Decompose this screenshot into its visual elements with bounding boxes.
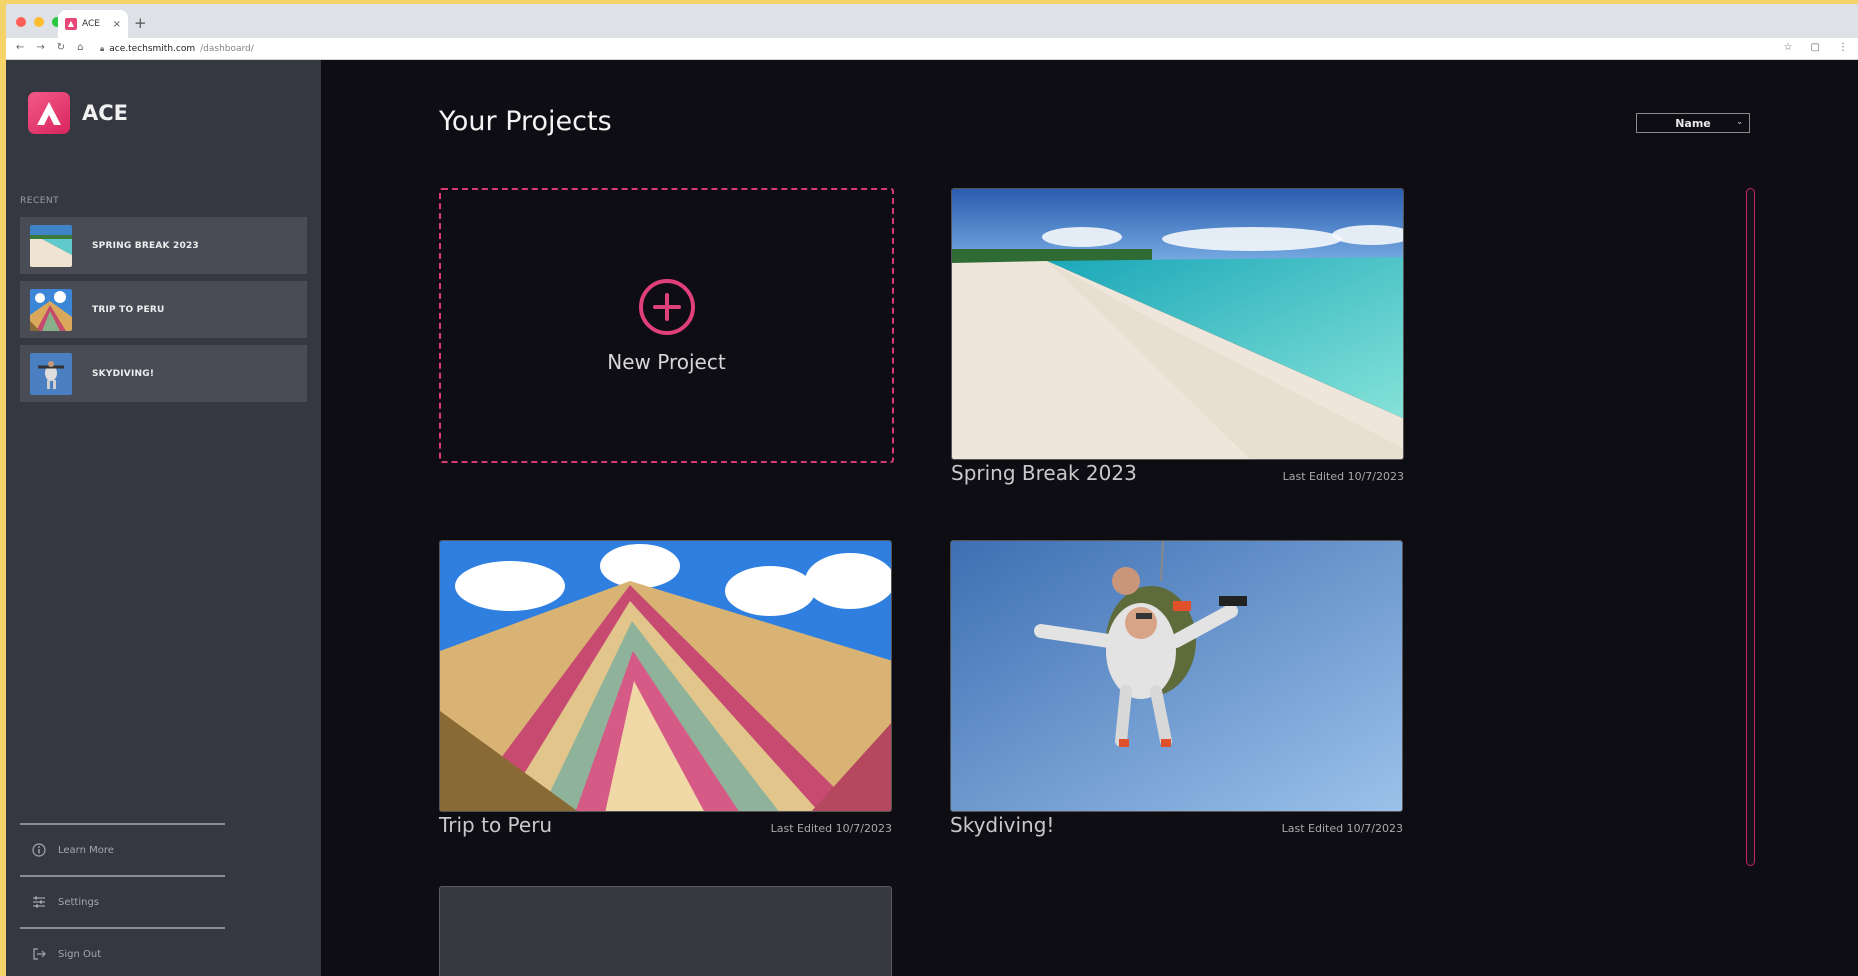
project-card-placeholder[interactable] — [439, 886, 892, 976]
project-last-edited: Last Edited 10/7/2023 — [770, 822, 892, 835]
sign-out-link[interactable]: Sign Out — [20, 929, 225, 976]
recent-item-spring-break[interactable]: SPRING BREAK 2023 — [20, 217, 307, 274]
recent-heading: RECENT — [20, 196, 60, 206]
recent-item-label: SKYDIVING! — [92, 368, 155, 379]
toolbar-right-icons: ☆ ▢ ⋮ — [1784, 42, 1848, 53]
brand[interactable]: ACE — [28, 92, 128, 134]
bookmark-star-icon[interactable]: ☆ — [1784, 42, 1793, 53]
browser-window: ▲ ACE × + ← → ↻ ⌂ 🔒︎ ace.techsmith.com/d… — [6, 4, 1858, 976]
plus-circle-icon — [638, 278, 695, 335]
extensions-icon[interactable]: ▢ — [1811, 42, 1820, 53]
new-project-button[interactable]: New Project — [439, 188, 894, 463]
sign-out-icon — [33, 948, 46, 960]
project-name[interactable]: Trip to Peru — [439, 813, 552, 837]
learn-more-link[interactable]: Learn More — [20, 825, 225, 875]
skydiving-thumbnail — [30, 352, 72, 395]
project-last-edited: Last Edited 10/7/2023 — [1281, 822, 1403, 835]
projects-main: Your Projects Name ⌄ New Project Spring … — [321, 60, 1858, 976]
more-menu-icon[interactable]: ⋮ — [1838, 42, 1848, 53]
home-icon[interactable]: ⌂ — [77, 42, 83, 53]
forward-arrow-icon[interactable]: → — [36, 42, 44, 53]
url-host: ace.techsmith.com — [109, 44, 196, 54]
sort-selected-value: Name — [1675, 116, 1711, 130]
close-window-button[interactable] — [16, 17, 26, 27]
recent-item-trip-to-peru[interactable]: TRIP TO PERU — [20, 281, 307, 338]
browser-tab-title: ACE — [82, 19, 100, 29]
beach-thumbnail — [30, 224, 72, 267]
chevron-down-icon: ⌄ — [1736, 117, 1743, 126]
page-title: Your Projects — [439, 106, 612, 137]
reload-icon[interactable]: ↻ — [57, 42, 65, 53]
project-thumbnail-skydiving[interactable] — [950, 540, 1403, 812]
brand-name: ACE — [82, 101, 129, 125]
browser-tab-bar: ▲ ACE × + — [6, 4, 1858, 38]
project-name[interactable]: Skydiving! — [950, 813, 1054, 837]
learn-more-label: Learn More — [58, 844, 114, 856]
recent-list: SPRING BREAK 2023 TRIP TO PERU SKYDIVING… — [20, 217, 307, 409]
project-meta: Spring Break 2023 Last Edited 10/7/2023 — [951, 461, 1404, 485]
sidebar-footer: Learn More Settings Sign Out — [20, 823, 225, 976]
project-meta: Trip to Peru Last Edited 10/7/2023 — [439, 813, 892, 837]
recent-item-skydiving[interactable]: SKYDIVING! — [20, 345, 307, 402]
address-bar[interactable]: 🔒︎ ace.techsmith.com/dashboard/ — [100, 41, 1780, 57]
ace-logo-icon — [28, 92, 70, 134]
browser-toolbar: ← → ↻ ⌂ 🔒︎ ace.techsmith.com/dashboard/ … — [6, 38, 1858, 60]
back-arrow-icon[interactable]: ← — [16, 42, 24, 53]
info-icon — [32, 843, 46, 857]
minimize-window-button[interactable] — [34, 17, 44, 27]
project-card-trip-to-peru: Trip to Peru Last Edited 10/7/2023 — [439, 540, 892, 837]
recent-item-label: SPRING BREAK 2023 — [92, 240, 199, 251]
tab-close-icon[interactable]: × — [113, 19, 121, 30]
sort-select[interactable]: Name ⌄ — [1636, 113, 1750, 133]
recent-item-label: TRIP TO PERU — [92, 304, 165, 315]
lock-icon: 🔒︎ — [100, 44, 105, 53]
project-thumbnail-mountain[interactable] — [439, 540, 892, 812]
sidebar: ACE RECENT SPRING BREAK 2023 TRIP TO PER… — [6, 60, 321, 976]
project-thumbnail-beach[interactable] — [951, 188, 1404, 460]
mountain-thumbnail — [30, 288, 72, 331]
browser-tab[interactable]: ▲ ACE × — [58, 10, 128, 38]
sliders-icon — [33, 896, 45, 908]
ace-favicon-icon: ▲ — [65, 18, 77, 30]
settings-link[interactable]: Settings — [20, 877, 225, 927]
new-tab-button[interactable]: + — [134, 14, 147, 32]
project-last-edited: Last Edited 10/7/2023 — [1282, 470, 1404, 483]
project-meta: Skydiving! Last Edited 10/7/2023 — [950, 813, 1403, 837]
new-project-label: New Project — [607, 349, 726, 374]
sign-out-label: Sign Out — [58, 948, 102, 960]
window-controls — [16, 17, 62, 27]
project-card-spring-break: Spring Break 2023 Last Edited 10/7/2023 — [951, 188, 1404, 485]
settings-label: Settings — [58, 896, 100, 908]
ace-app: ACE RECENT SPRING BREAK 2023 TRIP TO PER… — [6, 60, 1858, 976]
url-path: /dashboard/ — [200, 44, 254, 54]
project-card-skydiving: Skydiving! Last Edited 10/7/2023 — [950, 540, 1403, 837]
nav-controls: ← → ↻ ⌂ — [16, 42, 84, 53]
project-name[interactable]: Spring Break 2023 — [951, 461, 1137, 485]
scrollbar[interactable] — [1746, 188, 1755, 866]
